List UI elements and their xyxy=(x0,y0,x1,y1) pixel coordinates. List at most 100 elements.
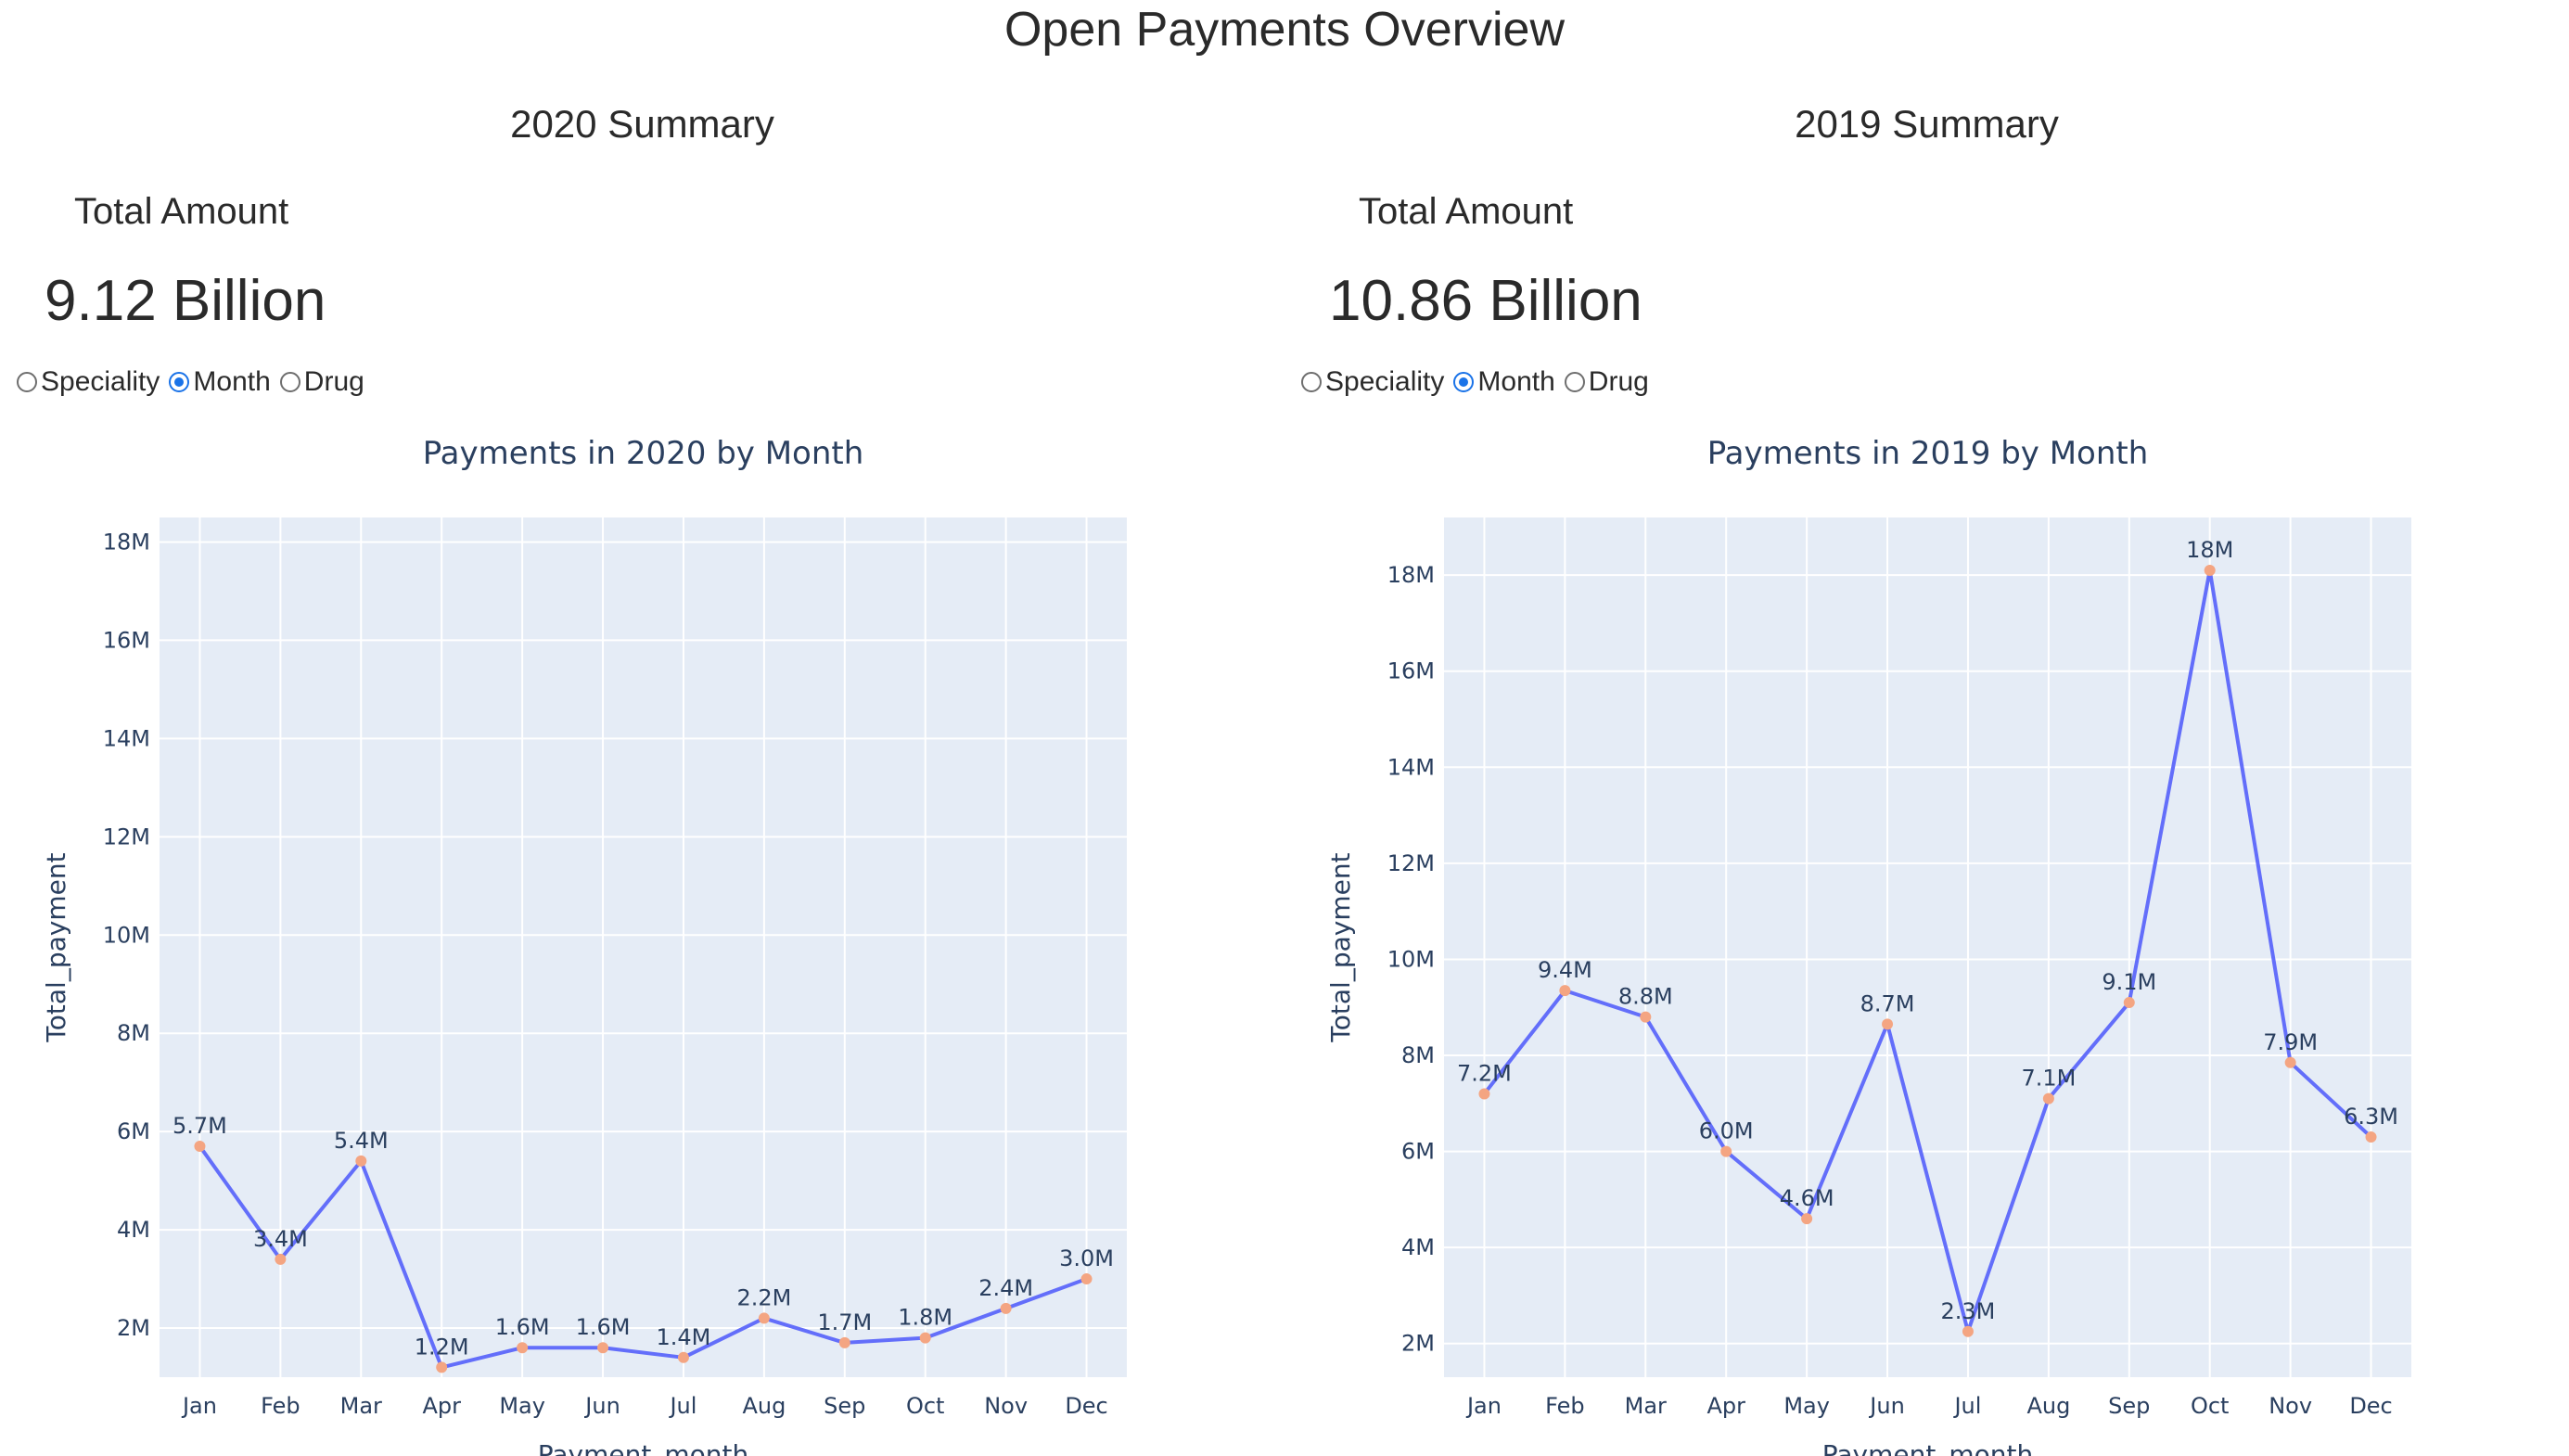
total-amount-label: Total Amount xyxy=(74,191,289,232)
data-point xyxy=(1478,1088,1490,1100)
radio-button[interactable] xyxy=(17,372,37,392)
data-point xyxy=(1720,1145,1732,1157)
x-tick-label: Mar xyxy=(340,1393,382,1419)
radio-option-month[interactable]: Month xyxy=(169,366,271,398)
x-tick-label: Jan xyxy=(1465,1393,1502,1419)
data-label: 8.7M xyxy=(1860,990,1915,1016)
x-tick-label: Nov xyxy=(984,1393,1028,1419)
radio-button[interactable] xyxy=(1453,372,1475,392)
x-tick-label: Aug xyxy=(742,1393,786,1419)
x-tick-label: Mar xyxy=(1625,1393,1667,1419)
data-point xyxy=(677,1351,689,1363)
radio-button[interactable] xyxy=(169,372,190,392)
data-point xyxy=(194,1141,206,1153)
group-by-radio-group: Speciality Month Drug xyxy=(17,364,374,401)
data-label: 2.4M xyxy=(978,1275,1033,1301)
radio-option-drug[interactable]: Drug xyxy=(1564,366,1649,398)
y-tick-label: 4M xyxy=(117,1217,150,1243)
data-label: 3.0M xyxy=(1059,1245,1114,1271)
data-label: 1.4M xyxy=(657,1324,711,1350)
data-point xyxy=(1559,985,1571,997)
data-label: 1.7M xyxy=(817,1309,872,1335)
x-axis-title: Payment_month xyxy=(538,1439,748,1456)
data-point xyxy=(1882,1018,1894,1030)
radio-label: Drug xyxy=(303,366,364,397)
radio-option-speciality[interactable]: Speciality xyxy=(1301,366,1444,398)
y-tick-label: 14M xyxy=(103,725,150,751)
radio-button[interactable] xyxy=(1301,372,1322,392)
x-tick-label: Jul xyxy=(1952,1393,1981,1419)
data-label: 7.1M xyxy=(2021,1066,2076,1092)
radio-option-speciality[interactable]: Speciality xyxy=(17,366,160,398)
data-point xyxy=(1080,1273,1093,1285)
x-tick-label: Jun xyxy=(583,1393,620,1419)
radio-button[interactable] xyxy=(1564,372,1585,392)
x-tick-label: May xyxy=(1783,1393,1830,1419)
data-point xyxy=(436,1361,448,1373)
y-tick-label: 14M xyxy=(1387,754,1435,780)
data-point xyxy=(597,1342,609,1354)
data-point xyxy=(1000,1302,1012,1314)
y-tick-label: 2M xyxy=(1401,1331,1435,1357)
radio-label: Drug xyxy=(1588,366,1649,397)
radio-button[interactable] xyxy=(279,372,300,392)
x-tick-label: Feb xyxy=(1545,1393,1585,1419)
data-label: 4.6M xyxy=(1780,1185,1834,1211)
total-amount-value: 9.12 Billion xyxy=(45,269,326,333)
group-by-radio-group: Speciality Month Drug xyxy=(1301,364,1658,401)
x-tick-label: Jul xyxy=(668,1393,697,1419)
x-tick-label: Feb xyxy=(261,1393,300,1419)
data-point xyxy=(2123,997,2135,1009)
radio-label: Speciality xyxy=(41,366,160,397)
data-point xyxy=(1801,1213,1813,1225)
data-label: 1.6M xyxy=(576,1314,631,1340)
data-point xyxy=(2284,1056,2296,1068)
x-tick-label: Sep xyxy=(824,1393,865,1419)
y-tick-label: 8M xyxy=(1401,1042,1435,1068)
radio-label: Month xyxy=(1477,366,1555,397)
radio-option-drug[interactable]: Drug xyxy=(279,366,364,398)
data-label: 18M xyxy=(2186,537,2233,563)
data-point xyxy=(275,1253,287,1265)
radio-option-month[interactable]: Month xyxy=(1453,366,1555,398)
summary-title: 2019 Summary xyxy=(1795,102,2059,146)
data-label: 2.3M xyxy=(1941,1298,1996,1324)
x-tick-label: Nov xyxy=(2269,1393,2312,1419)
data-point xyxy=(919,1332,931,1344)
chart-title: Payments in 2019 by Month xyxy=(1707,435,2149,472)
data-label: 7.2M xyxy=(1457,1060,1512,1086)
summary-title: 2020 Summary xyxy=(510,102,774,146)
y-tick-label: 8M xyxy=(117,1020,150,1046)
y-tick-label: 16M xyxy=(1387,658,1435,684)
y-tick-label: 10M xyxy=(1387,946,1435,972)
data-label: 3.4M xyxy=(253,1226,308,1252)
data-label: 9.1M xyxy=(2102,969,2156,995)
y-tick-label: 4M xyxy=(1401,1234,1435,1260)
y-tick-label: 18M xyxy=(103,529,150,555)
data-label: 6.3M xyxy=(2344,1104,2398,1130)
data-label: 1.2M xyxy=(415,1334,469,1360)
x-tick-label: Jan xyxy=(181,1393,217,1419)
y-axis-title: Total_payment xyxy=(41,852,71,1042)
x-tick-label: Aug xyxy=(2026,1393,2070,1419)
data-label: 9.4M xyxy=(1538,957,1592,983)
data-point xyxy=(2204,564,2216,576)
data-point xyxy=(355,1155,367,1167)
data-label: 5.7M xyxy=(173,1113,227,1139)
chart-title: Payments in 2020 by Month xyxy=(423,435,864,472)
x-tick-label: Oct xyxy=(906,1393,945,1419)
y-tick-label: 12M xyxy=(103,824,150,849)
data-point xyxy=(1962,1325,1974,1337)
y-tick-label: 6M xyxy=(117,1118,150,1144)
payments-2020-line-chart[interactable]: Payments in 2020 by Month 2M 4M 6M 8M 10M 12M 1… xyxy=(0,408,1284,1456)
total-amount-label: Total Amount xyxy=(1359,191,1574,232)
payments-2019-line-chart[interactable]: Payments in 2019 by Month 2M 4M 6M 8M 10M 12M 1… xyxy=(1284,408,2569,1456)
y-tick-label: 10M xyxy=(103,922,150,948)
data-point xyxy=(2042,1092,2054,1105)
radio-label: Speciality xyxy=(1325,366,1445,397)
y-tick-label: 16M xyxy=(103,627,150,653)
x-tick-label: Jun xyxy=(1868,1393,1905,1419)
x-tick-label: Dec xyxy=(1065,1393,1107,1419)
x-tick-label: Apr xyxy=(422,1393,461,1419)
data-label: 7.9M xyxy=(2263,1029,2318,1055)
